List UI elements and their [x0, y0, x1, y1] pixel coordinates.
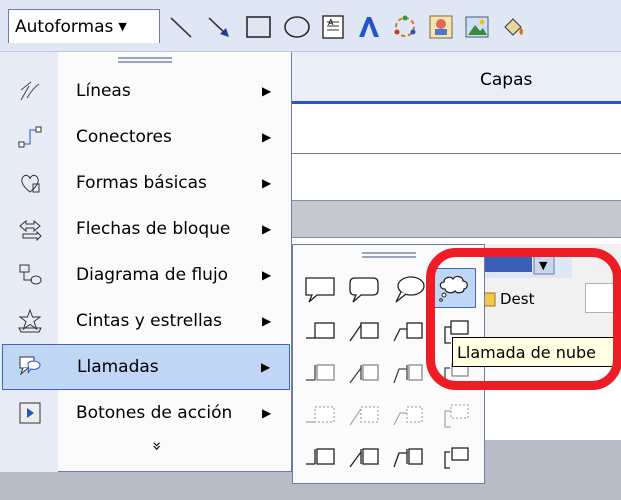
- menu-item-label: Diagrama de flujo: [76, 265, 229, 285]
- submenu-arrow-icon: ▶: [262, 130, 272, 144]
- submenu-arrow-icon: ▶: [262, 222, 272, 236]
- border-callout-3-icon[interactable]: [386, 396, 430, 436]
- menu-item-llamadas[interactable]: Llamadas ▶: [2, 344, 290, 390]
- layers-header: [292, 52, 621, 104]
- basic-shapes-icon: [2, 170, 58, 196]
- menu-item-label: Flechas de bloque: [76, 219, 231, 239]
- red-highlight-annotation: [426, 248, 621, 390]
- autoformas-button[interactable]: Autoformas ▼: [8, 9, 160, 43]
- menu-item-cintas-y-estrellas[interactable]: Cintas y estrellas ▶: [2, 298, 290, 344]
- menu-item-botones-de-accion[interactable]: Botones de acción ▶: [2, 390, 290, 436]
- submenu-arrow-icon: ▶: [262, 314, 272, 328]
- flowchart-icon: [2, 262, 58, 288]
- arrow-icon[interactable]: [204, 12, 234, 42]
- menu-item-label: Cintas y estrellas: [76, 311, 222, 331]
- menu-item-formas-basicas[interactable]: Formas básicas ▶: [2, 160, 290, 206]
- line-icon[interactable]: [166, 12, 196, 42]
- lines-icon: [2, 78, 58, 104]
- accent-border-callout-3-icon[interactable]: [386, 438, 430, 478]
- action-buttons-icon: [2, 400, 58, 426]
- clipart-icon[interactable]: [426, 12, 456, 42]
- border-callout-1-icon[interactable]: [298, 396, 342, 436]
- submenu-arrow-icon: ▶: [262, 176, 272, 190]
- picture-icon[interactable]: [462, 12, 492, 42]
- layers-label: Capas: [480, 70, 533, 90]
- accent-callout-1-icon[interactable]: [298, 354, 342, 394]
- menu-item-label: Conectores: [76, 127, 172, 147]
- submenu-grip[interactable]: [362, 252, 416, 258]
- fill-color-icon[interactable]: [498, 12, 528, 42]
- line-callout-2-icon[interactable]: [342, 312, 386, 352]
- submenu-arrow-icon: ▶: [262, 268, 272, 282]
- background-row: [292, 112, 621, 154]
- accent-border-callout-2-icon[interactable]: [342, 438, 386, 478]
- submenu-arrow-icon: ▶: [262, 406, 272, 420]
- block-arrows-icon: [2, 216, 58, 242]
- dropdown-caret-icon: ▼: [118, 20, 127, 33]
- accent-callout-2-icon[interactable]: [342, 354, 386, 394]
- expand-menu-chevron-icon[interactable]: »: [143, 431, 167, 461]
- autoformas-label: Autoformas: [15, 16, 114, 37]
- diagram-icon[interactable]: [390, 12, 420, 42]
- accent-border-callout-1-icon[interactable]: [298, 438, 342, 478]
- border-callout-2-icon[interactable]: [342, 396, 386, 436]
- menu-item-conectores[interactable]: Conectores ▶: [2, 114, 290, 160]
- connectors-icon: [2, 124, 58, 150]
- line-callout-3-icon[interactable]: [386, 312, 430, 352]
- menu-grip[interactable]: [118, 57, 172, 63]
- textbox-icon[interactable]: A: [318, 12, 348, 42]
- menu-item-label: Líneas: [76, 81, 131, 101]
- menu-item-diagrama-de-flujo[interactable]: Diagrama de flujo ▶: [2, 252, 290, 298]
- menu-item-label: Formas básicas: [76, 173, 207, 193]
- svg-text:A: A: [328, 18, 334, 27]
- submenu-arrow-icon: ▶: [262, 84, 272, 98]
- rectangle-icon[interactable]: [244, 12, 274, 42]
- accent-border-callout-4-icon[interactable]: [432, 438, 476, 478]
- oval-icon[interactable]: [282, 12, 312, 42]
- stars-banners-icon: [2, 308, 58, 334]
- wordart-icon[interactable]: [354, 12, 384, 42]
- border-callout-4-icon[interactable]: [432, 396, 476, 436]
- oval-callout-icon[interactable]: [386, 270, 430, 310]
- menu-item-label: Botones de acción: [76, 403, 233, 423]
- submenu-arrow-icon: ▶: [261, 360, 271, 374]
- menu-item-flechas-de-bloque[interactable]: Flechas de bloque ▶: [2, 206, 290, 252]
- rounded-callout-icon[interactable]: [342, 270, 386, 310]
- accent-callout-3-icon[interactable]: [386, 354, 430, 394]
- menu-item-lineas[interactable]: Líneas ▶: [2, 68, 290, 114]
- callouts-icon: [3, 354, 59, 380]
- rectangular-callout-icon[interactable]: [298, 270, 342, 310]
- line-callout-1-icon[interactable]: [298, 312, 342, 352]
- menu-item-label: Llamadas: [77, 357, 159, 377]
